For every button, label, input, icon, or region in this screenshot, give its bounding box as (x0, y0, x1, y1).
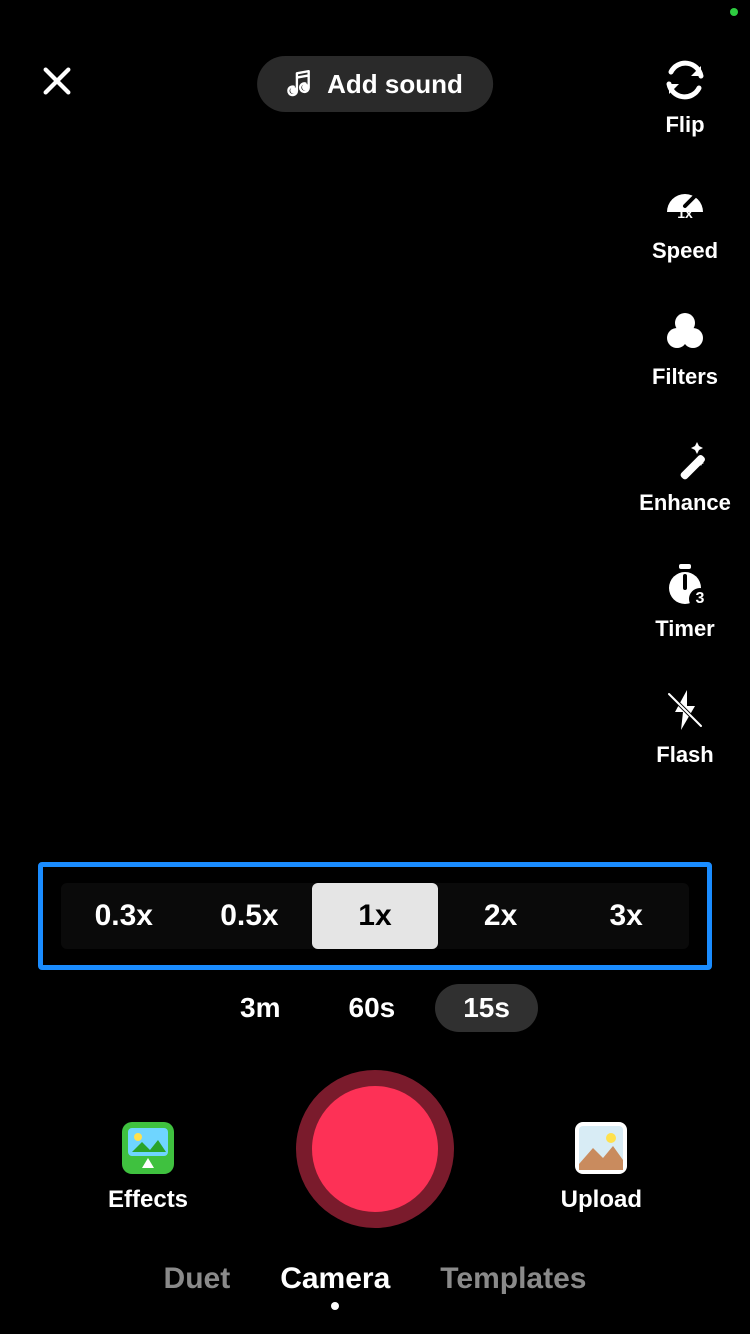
speedometer-icon: 1x (661, 182, 709, 230)
speed-option-3x[interactable]: 3x (563, 883, 689, 949)
flash-label: Flash (656, 742, 713, 768)
flash-button[interactable]: Flash (640, 686, 730, 768)
right-tools-rail: Flip 1x Speed Filters (640, 56, 730, 768)
filters-label: Filters (652, 364, 718, 390)
active-indicator-dot (331, 1302, 339, 1310)
duration-selector: 3m 60s15s (0, 984, 750, 1032)
close-button[interactable] (30, 54, 84, 108)
enhance-button[interactable]: Enhance (640, 434, 730, 516)
speed-selector: 0.3x0.5x1x2x3x (61, 883, 689, 949)
record-button-inner (312, 1086, 438, 1212)
filters-button[interactable]: Filters (640, 308, 730, 390)
flash-off-icon (661, 686, 709, 734)
mode-tab-duet[interactable]: Duet (164, 1262, 231, 1310)
timer-icon: 3 (661, 560, 709, 608)
mode-tab-label: Duet (164, 1262, 231, 1296)
mode-tab-label: Templates (440, 1262, 586, 1296)
mode-tab-templates[interactable]: Templates (440, 1262, 586, 1310)
magic-wand-icon (661, 434, 709, 482)
gallery-icon (573, 1120, 629, 1176)
upload-button[interactable]: Upload (561, 1120, 642, 1214)
duration-option-60s[interactable]: 60s (321, 984, 424, 1032)
speed-option-0-5x[interactable]: 0.5x (187, 883, 313, 949)
music-note-icon (287, 69, 313, 99)
enhance-label: Enhance (639, 490, 731, 516)
record-button[interactable] (296, 1070, 454, 1228)
speed-option-2x[interactable]: 2x (438, 883, 564, 949)
effects-icon (120, 1120, 176, 1176)
duration-option-3m[interactable]: 3m (212, 984, 308, 1032)
speed-option-1x[interactable]: 1x (312, 883, 438, 949)
speed-option-0-3x[interactable]: 0.3x (61, 883, 187, 949)
add-sound-label: Add sound (327, 69, 463, 100)
flip-icon (661, 56, 709, 104)
effects-button[interactable]: Effects (108, 1120, 188, 1214)
speed-button[interactable]: 1x Speed (640, 182, 730, 264)
mode-tab-camera[interactable]: Camera (280, 1262, 390, 1310)
add-sound-button[interactable]: Add sound (257, 56, 493, 112)
status-indicator-dot (730, 8, 738, 16)
duration-option-15s[interactable]: 15s (435, 984, 538, 1032)
timer-label: Timer (655, 616, 715, 642)
mode-tabs: Duet Camera Templates (0, 1262, 750, 1310)
flip-label: Flip (665, 112, 704, 138)
speed-selector-highlight: 0.3x0.5x1x2x3x (38, 862, 712, 970)
filters-icon (661, 308, 709, 356)
effects-label: Effects (108, 1186, 188, 1214)
svg-text:1x: 1x (677, 205, 693, 221)
upload-label: Upload (561, 1186, 642, 1214)
speed-label: Speed (652, 238, 718, 264)
mode-tab-label: Camera (280, 1262, 390, 1296)
flip-button[interactable]: Flip (640, 56, 730, 138)
timer-button[interactable]: 3 Timer (640, 560, 730, 642)
close-icon (40, 64, 74, 98)
timer-badge: 3 (689, 588, 711, 610)
